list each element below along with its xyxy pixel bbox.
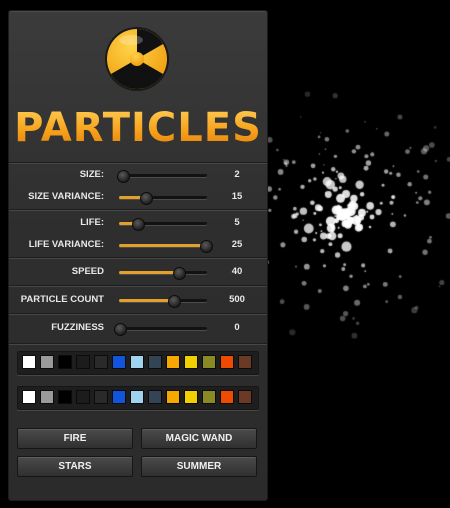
- color-swatch[interactable]: [76, 355, 90, 369]
- color-swatch[interactable]: [112, 355, 126, 369]
- divider: [9, 285, 267, 287]
- color-swatch[interactable]: [220, 355, 234, 369]
- size-variance-value: 15: [231, 191, 243, 202]
- radiation-icon: [105, 27, 169, 91]
- life-variance-label: LIFE VARIANCE:: [28, 239, 104, 250]
- size-variance-slider-handle[interactable]: [140, 192, 154, 205]
- color-swatch[interactable]: [184, 390, 198, 404]
- divider: [9, 313, 267, 315]
- particle-count-value: 500: [229, 294, 245, 305]
- color-swatch[interactable]: [40, 390, 54, 404]
- size-variance-slider-row: SIZE VARIANCE: 15: [9, 187, 267, 209]
- divider: [9, 257, 267, 259]
- size-variance-slider[interactable]: [119, 192, 207, 205]
- app-title: PARTICLES: [9, 105, 267, 151]
- life-variance-slider[interactable]: [119, 240, 214, 253]
- color-swatch[interactable]: [202, 390, 216, 404]
- life-label: LIFE:: [80, 217, 104, 228]
- color-swatch[interactable]: [94, 390, 108, 404]
- speed-slider[interactable]: [119, 267, 207, 280]
- life-slider[interactable]: [119, 218, 207, 231]
- fuzziness-label: FUZZINESS: [51, 322, 104, 333]
- color-swatch[interactable]: [112, 390, 126, 404]
- color-swatch[interactable]: [238, 390, 252, 404]
- stars-preset-button[interactable]: STARS: [17, 456, 133, 477]
- color-swatch[interactable]: [166, 355, 180, 369]
- control-panel: PARTICLES SIZE: 2 SIZE VARIANCE: 15 LIFE: 5 LI…: [8, 10, 268, 501]
- particle-count-slider-handle[interactable]: [167, 295, 181, 308]
- particle-count-slider-fill: [119, 299, 173, 302]
- size-value: 2: [234, 169, 240, 180]
- color-swatch[interactable]: [58, 390, 72, 404]
- life-variance-slider-fill: [119, 244, 206, 247]
- color-swatch[interactable]: [202, 355, 216, 369]
- particle-count-label: PARTICLE COUNT: [20, 294, 104, 305]
- size-variance-label: SIZE VARIANCE:: [28, 191, 104, 202]
- color-swatch[interactable]: [22, 390, 36, 404]
- size-slider-row: SIZE: 2: [9, 165, 267, 187]
- size-label: SIZE:: [79, 169, 104, 180]
- fuzziness-slider-handle[interactable]: [114, 323, 127, 336]
- life-slider-handle[interactable]: [131, 218, 145, 231]
- life-variance-slider-row: LIFE VARIANCE: 25: [9, 235, 267, 257]
- color-swatch[interactable]: [130, 355, 144, 369]
- speed-label: SPEED: [71, 266, 104, 277]
- color-swatch[interactable]: [94, 355, 108, 369]
- color-swatch[interactable]: [40, 355, 54, 369]
- speed-slider-handle[interactable]: [172, 267, 186, 280]
- size-slider-handle[interactable]: [116, 170, 130, 183]
- color-swatch[interactable]: [130, 390, 144, 404]
- fire-preset-button[interactable]: FIRE: [17, 428, 133, 449]
- color-swatch[interactable]: [184, 355, 198, 369]
- life-value: 5: [234, 217, 240, 228]
- summer-preset-button[interactable]: SUMMER: [141, 456, 257, 477]
- fuzziness-slider[interactable]: [114, 323, 207, 336]
- color-swatch[interactable]: [22, 355, 36, 369]
- color-swatch[interactable]: [238, 355, 252, 369]
- speed-slider-fill: [119, 271, 178, 274]
- color-swatch[interactable]: [148, 390, 162, 404]
- life-variance-slider-handle[interactable]: [200, 240, 214, 253]
- color-swatch[interactable]: [58, 355, 72, 369]
- magic-wand-preset-button[interactable]: MAGIC WAND: [141, 428, 257, 449]
- size-slider[interactable]: [116, 170, 207, 183]
- speed-slider-row: SPEED 40: [9, 262, 267, 284]
- life-slider-row: LIFE: 5: [9, 213, 267, 235]
- color-swatch[interactable]: [148, 355, 162, 369]
- life-variance-value: 25: [231, 239, 243, 250]
- divider: [9, 343, 267, 345]
- divider: [9, 209, 267, 211]
- divider: [9, 162, 267, 164]
- end-color-palette: [17, 386, 259, 410]
- speed-value: 40: [231, 266, 243, 277]
- color-swatch[interactable]: [166, 390, 180, 404]
- particle-count-slider[interactable]: [119, 295, 207, 308]
- color-swatch[interactable]: [220, 390, 234, 404]
- color-swatch[interactable]: [76, 390, 90, 404]
- fuzziness-value: 0: [234, 322, 240, 333]
- start-color-palette: [17, 351, 259, 375]
- particle-count-slider-row: PARTICLE COUNT 500: [9, 290, 267, 312]
- fuzziness-slider-row: FUZZINESS 0: [9, 318, 267, 340]
